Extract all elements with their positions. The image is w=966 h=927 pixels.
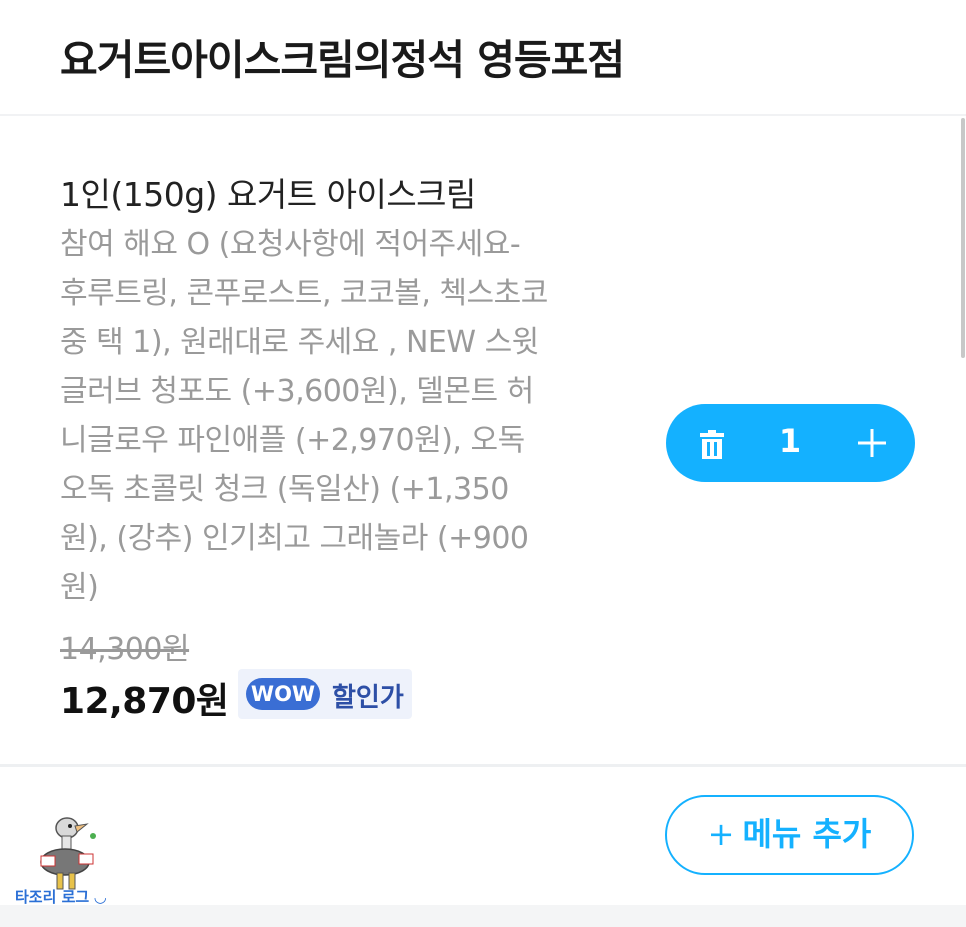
option-line: 니글로우 파인애플 (+2,970원), 오독 xyxy=(60,423,525,458)
delete-button[interactable] xyxy=(684,417,740,469)
discount-label: 할인가 xyxy=(332,683,404,713)
wow-badge: WOW xyxy=(246,678,320,710)
store-header: 요거트아이스크림의정석 영등포점 xyxy=(0,0,966,116)
ostrich-mascot-icon xyxy=(40,817,96,890)
option-line: 원), (강추) 인기최고 그래놀라 (+900 xyxy=(60,521,529,556)
scrollbar[interactable] xyxy=(961,118,965,358)
discount-chip: WOW 할인가 xyxy=(238,669,412,719)
trash-icon xyxy=(700,430,724,459)
increase-button[interactable] xyxy=(844,417,900,469)
section-divider xyxy=(0,764,966,767)
quantity-stepper: 1 xyxy=(666,404,915,482)
plus-icon: + xyxy=(707,815,735,853)
option-line: 원) xyxy=(60,570,99,605)
add-menu-label: 메뉴 추가 xyxy=(742,815,872,853)
watermark: 타조리 로그 ◡ xyxy=(15,816,130,914)
option-line: 오독 초콜릿 청크 (독일산) (+1,350 xyxy=(60,472,509,507)
store-title: 요거트아이스크림의정석 영등포점 xyxy=(60,36,625,84)
bottom-bar xyxy=(0,905,966,927)
watermark-text: 타조리 로그 ◡ xyxy=(15,888,106,906)
item-options: 참여 해요 O (요청사항에 적어주세요- 후루트링, 콘푸로스트, 코코볼, … xyxy=(60,220,620,612)
option-line: 후루트링, 콘푸로스트, 코코볼, 첵스초코 xyxy=(60,276,548,311)
option-line: 중 택 1), 원래대로 주세요 , NEW 스윗 xyxy=(60,325,539,360)
add-menu-button[interactable]: + 메뉴 추가 xyxy=(665,795,914,875)
plus-icon xyxy=(858,429,886,457)
item-name: 1인(150g) 요거트 아이스크림 xyxy=(60,175,476,214)
cart-item: 1인(150g) 요거트 아이스크림 참여 해요 O (요청사항에 적어주세요-… xyxy=(0,116,966,764)
quantity-value: 1 xyxy=(778,422,802,460)
option-line: 글러브 청포도 (+3,600원), 델몬트 허 xyxy=(60,374,534,409)
final-price: 12,870원 xyxy=(60,681,229,722)
original-price: 14,300원 xyxy=(60,632,190,667)
option-line: 참여 해요 O (요청사항에 적어주세요- xyxy=(60,227,521,262)
